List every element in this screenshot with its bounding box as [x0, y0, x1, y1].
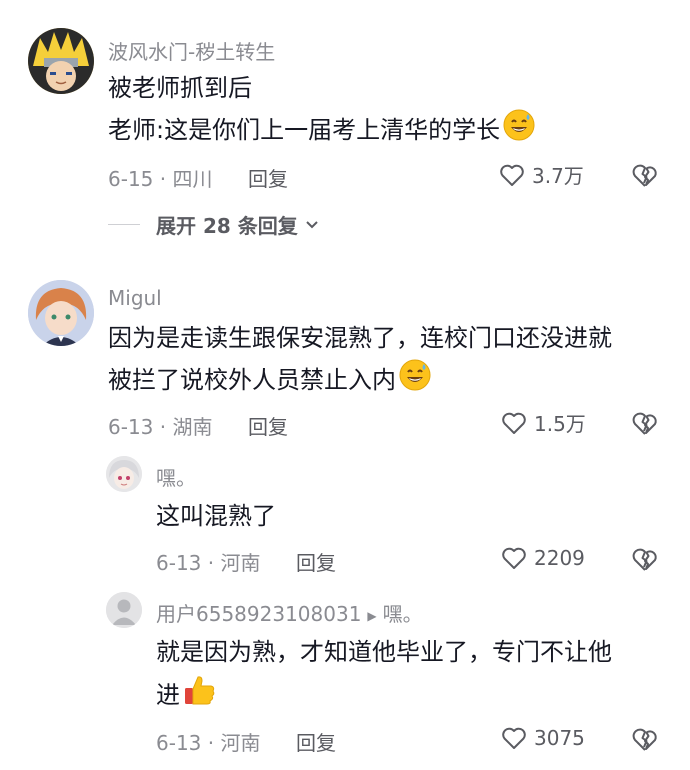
heart-outline-icon: [502, 727, 526, 749]
reply-text-line: 就是因为熟，才知道他毕业了，专门不让他: [156, 638, 612, 666]
chevron-down-icon: [306, 220, 318, 228]
reply-date-location: 6-13 · 河南: [156, 551, 261, 575]
reply-button[interactable]: 回复: [296, 727, 336, 756]
avatar[interactable]: [28, 280, 94, 346]
dislike-button[interactable]: [630, 160, 660, 194]
reply-to-username[interactable]: 嘿。: [383, 602, 423, 626]
broken-heart-icon: [632, 728, 657, 751]
reply-text-line-content: 进: [156, 681, 180, 709]
grinning-sweat-emoji-icon: [398, 358, 432, 404]
dislike-button[interactable]: [630, 408, 660, 442]
reply-text-line: 进: [156, 672, 612, 720]
comment-date-location: 6-13 · 湖南: [108, 415, 213, 439]
expand-replies-button[interactable]: 展开 28 条回复: [108, 210, 322, 239]
comment-username[interactable]: Migul: [108, 286, 162, 310]
comment-text-line: 被拦了说校外人员禁止入内: [108, 358, 612, 404]
comment-text-line: 老师:这是你们上一届考上清华的学长: [108, 108, 536, 154]
reply-button[interactable]: 回复: [296, 547, 336, 576]
avatar[interactable]: [106, 456, 142, 492]
comment-text-line-content: 老师:这是你们上一届考上清华的学长: [108, 116, 501, 144]
grinning-sweat-emoji-icon: [502, 108, 536, 154]
comment-text-line-content: 被拦了说校外人员禁止入内: [108, 366, 396, 394]
reply-text: 就是因为熟，才知道他毕业了，专门不让他 进: [156, 632, 612, 720]
like-button[interactable]: 3075: [500, 724, 585, 752]
comment-item: Migul 因为是走读生跟保安混熟了，连校门口还没进就 被拦了说校外人员禁止入内…: [0, 270, 690, 450]
avatar[interactable]: [106, 592, 142, 628]
default-user-icon: [106, 592, 142, 628]
broken-heart-icon: [632, 548, 657, 571]
reply-item: 嘿。 这叫混熟了 6-13 · 河南 回复 2209: [0, 452, 690, 582]
broken-heart-icon: [632, 164, 657, 187]
broken-heart-icon: [632, 412, 657, 435]
like-button[interactable]: 1.5万: [500, 408, 586, 437]
reply-username-row: 用户6558923108031 ▶ 嘿。: [156, 598, 423, 627]
divider-line: [108, 224, 140, 225]
avatar[interactable]: [28, 28, 94, 94]
dislike-button[interactable]: [630, 724, 660, 758]
thumbs-up-emoji-icon: [182, 672, 218, 720]
dislike-button[interactable]: [630, 544, 660, 578]
comment-text: 因为是走读生跟保安混熟了，连校门口还没进就 被拦了说校外人员禁止入内: [108, 318, 612, 404]
like-button[interactable]: 3.7万: [498, 160, 584, 189]
comment-date-location: 6-15 · 四川: [108, 167, 213, 191]
reply-username[interactable]: 嘿。: [156, 462, 196, 491]
comment-text: 被老师抓到后 老师:这是你们上一届考上清华的学长: [108, 68, 536, 154]
reply-text-line: 这叫混熟了: [156, 502, 276, 530]
like-button[interactable]: 2209: [500, 544, 585, 572]
like-count: 3075: [534, 726, 585, 750]
expand-replies-label: 展开 28 条回复: [156, 214, 298, 238]
comment-text-line: 被老师抓到后: [108, 74, 252, 102]
heart-outline-icon: [502, 547, 526, 569]
like-count: 3.7万: [532, 164, 584, 188]
heart-outline-icon: [500, 164, 524, 186]
reply-date-location: 6-13 · 河南: [156, 731, 261, 755]
reply-button[interactable]: 回复: [248, 163, 288, 192]
like-count: 1.5万: [534, 412, 586, 436]
reply-button[interactable]: 回复: [248, 411, 288, 440]
heart-outline-icon: [502, 412, 526, 434]
reply-item: 用户6558923108031 ▶ 嘿。 就是因为熟，才知道他毕业了，专门不让他 进…: [0, 590, 690, 770]
reply-username[interactable]: 用户6558923108031: [156, 602, 361, 626]
comment-username[interactable]: 波风水门-秽土转生: [108, 36, 275, 65]
reply-to-arrow-icon: ▶: [367, 608, 377, 623]
comment-item: 波风水门-秽土转生 被老师抓到后 老师:这是你们上一届考上清华的学长 6-15 …: [0, 0, 690, 260]
comment-text-line: 因为是走读生跟保安混熟了，连校门口还没进就: [108, 324, 612, 352]
reply-text: 这叫混熟了: [156, 496, 276, 536]
like-count: 2209: [534, 546, 585, 570]
